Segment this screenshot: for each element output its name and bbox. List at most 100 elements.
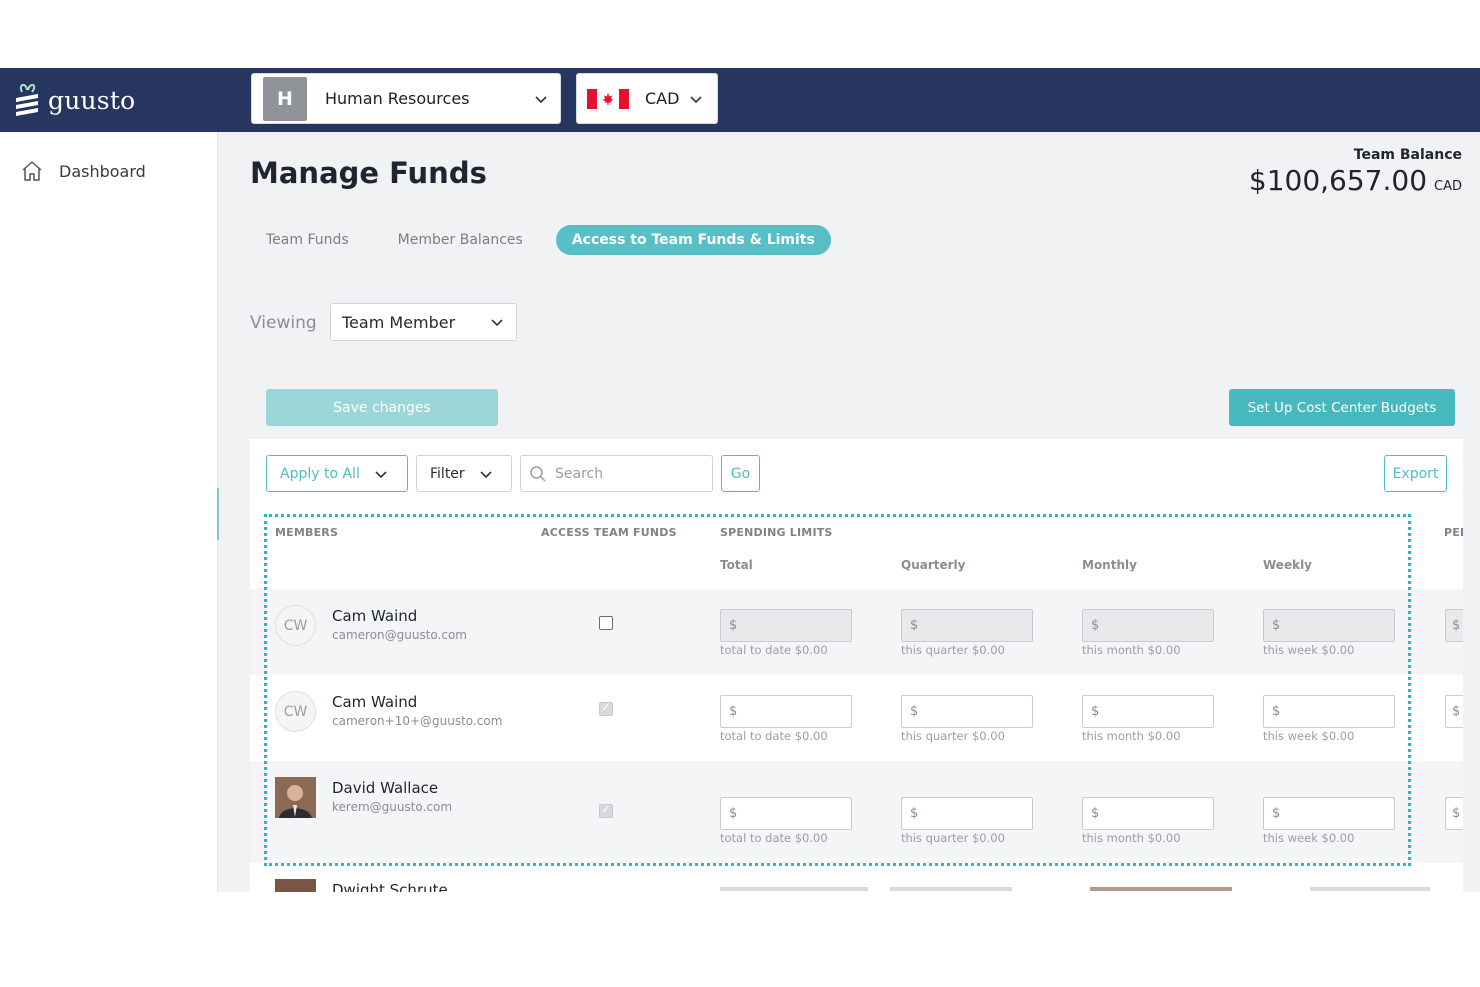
search-input[interactable] [555, 465, 705, 482]
total-to-date-hint: total to date $0.00 [720, 643, 828, 657]
per-limit-input[interactable]: $ [1445, 797, 1463, 830]
limits-table: MEMBERS ACCESS TEAM FUNDS SPENDING LIMIT… [250, 509, 1463, 892]
this-month-hint: this month $0.00 [1082, 831, 1181, 845]
weekly-limit-input[interactable]: $ [1263, 695, 1395, 728]
team-balance: $100,657.00 CAD [1249, 164, 1462, 197]
chevron-down-icon [690, 95, 703, 103]
chevron-down-icon [491, 319, 503, 327]
filter-label: Filter [430, 465, 465, 482]
person-photo-icon [275, 777, 316, 818]
this-month-hint: this month $0.00 [1082, 643, 1181, 657]
member-name: Cam Waind [332, 607, 418, 625]
sidebar-item-dashboard[interactable]: Dashboard [20, 160, 146, 182]
table-toolbar: Apply to All Filter Go Export [250, 439, 1463, 509]
save-changes-button[interactable]: Save changes [266, 389, 498, 426]
member-email: cameron@guusto.com [332, 628, 467, 642]
currency-select[interactable]: CAD [576, 73, 718, 124]
tab-access-team-funds-limits[interactable]: Access to Team Funds & Limits [555, 225, 831, 255]
column-header-access-team-funds: ACCESS TEAM FUNDS [541, 526, 677, 539]
set-up-cost-center-budgets-button[interactable]: Set Up Cost Center Budgets [1229, 389, 1455, 426]
weekly-limit-input[interactable]: $ [1263, 797, 1395, 830]
department-avatar: H [263, 76, 307, 121]
column-header-spending-limits: SPENDING LIMITS [720, 526, 833, 539]
total-to-date-hint: total to date $0.00 [720, 729, 828, 743]
currency-label: CAD [645, 89, 680, 108]
access-team-funds-checkbox[interactable] [599, 700, 613, 716]
monthly-limit-input[interactable]: $ [1082, 609, 1214, 642]
per-limit-input[interactable]: $ [1445, 695, 1463, 728]
member-name: Dwight Schrute [332, 881, 448, 892]
chevron-down-icon [535, 95, 547, 103]
limits-panel: Apply to All Filter Go Export MEMBERS AC… [250, 439, 1463, 892]
go-button[interactable]: Go [721, 455, 760, 492]
department-select[interactable]: H Human Resources [251, 73, 561, 124]
sub-header-quarterly: Quarterly [901, 558, 966, 572]
filter-dropdown[interactable]: Filter [416, 455, 512, 492]
sidebar: Dashboard [0, 132, 218, 892]
this-week-hint: this week $0.00 [1263, 831, 1355, 845]
department-label: Human Resources [325, 89, 470, 108]
team-balance-amount: $100,657.00 [1248, 164, 1428, 197]
member-email: kerem@guusto.com [332, 800, 453, 814]
table-row: CW Cam Waind cameron@guusto.com $ $ $ $ … [250, 589, 1463, 675]
member-name: David Wallace [332, 779, 439, 797]
funds-tabs: Team Funds Member Balances Access to Tea… [250, 224, 848, 256]
total-to-date-hint: total to date $0.00 [720, 831, 828, 845]
input-edge [720, 887, 868, 891]
sub-header-total: Total [720, 558, 753, 572]
monthly-limit-input[interactable]: $ [1082, 797, 1214, 830]
search-box [520, 455, 713, 492]
access-team-funds-checkbox[interactable] [599, 616, 613, 630]
this-week-hint: this week $0.00 [1263, 643, 1355, 657]
this-quarter-hint: this quarter $0.00 [901, 643, 1005, 657]
viewing-value: Team Member [342, 312, 456, 332]
page-title: Manage Funds [250, 156, 487, 190]
per-limit-input[interactable]: $ [1445, 609, 1463, 642]
tab-team-funds[interactable]: Team Funds [250, 225, 365, 255]
avatar [275, 777, 316, 818]
team-balance-label: Team Balance [1353, 147, 1462, 163]
viewing-select[interactable]: Team Member [330, 303, 517, 341]
canada-flag-icon [587, 88, 629, 109]
sidebar-resize-handle[interactable] [217, 488, 219, 540]
input-edge [1090, 887, 1232, 891]
monthly-limit-input[interactable]: $ [1082, 695, 1214, 728]
avatar: CW [275, 605, 316, 646]
top-bar: guusto H Human Resources CAD [0, 68, 1480, 132]
quarterly-limit-input[interactable]: $ [901, 695, 1033, 728]
avatar: CW [275, 691, 316, 732]
sidebar-item-label: Dashboard [59, 161, 146, 181]
logo-text: guusto [48, 85, 136, 115]
export-button[interactable]: Export [1384, 455, 1447, 492]
quarterly-limit-input[interactable]: $ [901, 797, 1033, 830]
chevron-down-icon [480, 470, 492, 478]
apply-to-all-label: Apply to All [280, 465, 360, 482]
gift-stack-icon [16, 84, 38, 116]
access-team-funds-checkbox[interactable] [599, 802, 613, 818]
guusto-logo[interactable]: guusto [12, 78, 135, 122]
viewing-label: Viewing [250, 313, 317, 333]
quarterly-limit-input[interactable]: $ [901, 609, 1033, 642]
avatar [275, 879, 316, 892]
column-header-per-cut: PER [1444, 526, 1463, 539]
apply-to-all-dropdown[interactable]: Apply to All [266, 455, 408, 492]
this-week-hint: this week $0.00 [1263, 729, 1355, 743]
total-limit-input[interactable]: $ [720, 695, 852, 728]
this-quarter-hint: this quarter $0.00 [901, 831, 1005, 845]
member-name: Cam Waind [332, 693, 418, 711]
sub-header-weekly: Weekly [1263, 558, 1313, 572]
this-quarter-hint: this quarter $0.00 [901, 729, 1005, 743]
total-limit-input[interactable]: $ [720, 609, 852, 642]
this-month-hint: this month $0.00 [1082, 729, 1181, 743]
input-edge [890, 887, 1012, 891]
total-limit-input[interactable]: $ [720, 797, 852, 830]
app-window: guusto H Human Resources CAD Dashboard M… [0, 68, 1480, 892]
input-edge [1310, 887, 1430, 891]
weekly-limit-input[interactable]: $ [1263, 609, 1395, 642]
team-balance-currency: CAD [1434, 179, 1462, 194]
tab-member-balances[interactable]: Member Balances [382, 225, 539, 255]
member-email: cameron+10+@guusto.com [332, 714, 503, 728]
home-icon [22, 161, 42, 181]
sub-header-monthly: Monthly [1082, 558, 1137, 572]
chevron-down-icon [375, 470, 387, 478]
